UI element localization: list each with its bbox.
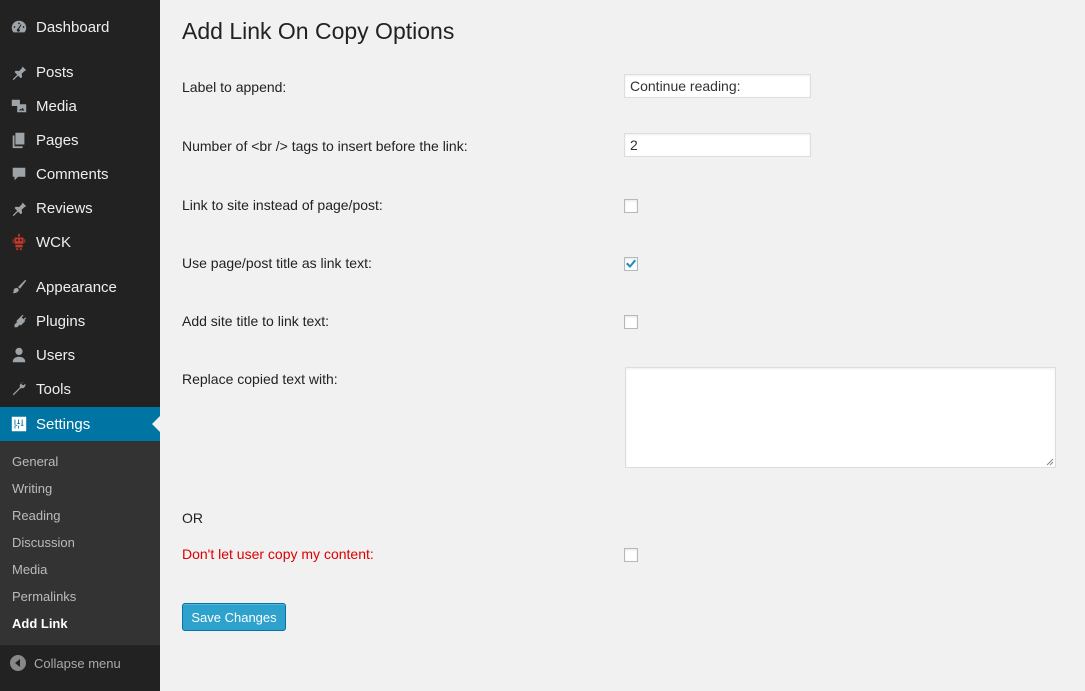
submenu-item-general[interactable]: General: [12, 454, 58, 469]
label-append-label: Label to append:: [182, 79, 287, 95]
dashboard-icon: [9, 17, 29, 37]
main-content: Add Link On Copy Options Label to append…: [160, 0, 1085, 691]
label-append-input[interactable]: [624, 74, 811, 98]
pages-icon: [9, 130, 29, 150]
submenu-item-reading[interactable]: Reading: [12, 508, 60, 523]
collapse-menu-button[interactable]: Collapse menu: [0, 648, 160, 678]
sidebar-item-label: WCK: [36, 233, 71, 251]
sidebar-item-label: Media: [36, 97, 77, 115]
sidebar-item-label: Posts: [36, 63, 74, 81]
sidebar-item-label: Reviews: [36, 199, 93, 217]
comment-icon: [9, 164, 29, 184]
sidebar-item-label: Appearance: [36, 278, 117, 296]
sidebar-item-tools[interactable]: Tools: [0, 372, 160, 406]
sidebar-item-wck[interactable]: WCK: [0, 225, 160, 259]
wrench-icon: [9, 379, 29, 399]
add-site-title-checkbox[interactable]: [624, 315, 638, 329]
collapse-arrow-icon: [10, 655, 26, 671]
sidebar-item-media[interactable]: Media: [0, 89, 160, 123]
sidebar-item-label: Comments: [36, 165, 109, 183]
sidebar-item-reviews[interactable]: Reviews: [0, 191, 160, 225]
use-title-checkbox[interactable]: [624, 257, 638, 271]
sidebar-item-appearance[interactable]: Appearance: [0, 270, 160, 304]
sidebar-item-settings[interactable]: Settings: [0, 407, 160, 441]
sidebar-item-dashboard[interactable]: Dashboard: [0, 10, 160, 44]
submenu-item-media[interactable]: Media: [12, 562, 47, 577]
submenu-item-add-link[interactable]: Add Link: [12, 616, 68, 631]
use-title-label: Use page/post title as link text:: [182, 255, 372, 271]
replace-text-textarea[interactable]: [625, 367, 1056, 468]
sidebar-item-pages[interactable]: Pages: [0, 123, 160, 157]
plug-icon: [9, 311, 29, 331]
resize-grip-icon[interactable]: [1046, 458, 1054, 466]
sidebar-item-label: Users: [36, 346, 76, 364]
or-label: OR: [182, 510, 203, 526]
page-title: Add Link On Copy Options: [182, 18, 455, 44]
no-copy-label: Don't let user copy my content:: [182, 546, 374, 562]
collapse-label: Collapse menu: [34, 655, 121, 671]
admin-sidebar: Dashboard Posts Media Pages Comments Rev…: [0, 0, 160, 691]
br-tags-input[interactable]: [624, 133, 811, 157]
brush-icon: [9, 277, 29, 297]
save-changes-button[interactable]: Save Changes: [182, 603, 286, 631]
pin-icon: [9, 198, 29, 218]
sidebar-item-plugins[interactable]: Plugins: [0, 304, 160, 338]
settings-submenu: General Writing Reading Discussion Media…: [0, 441, 160, 645]
link-site-checkbox[interactable]: [624, 199, 638, 213]
replace-text-label: Replace copied text with:: [182, 371, 338, 387]
sidebar-item-label: Dashboard: [36, 18, 110, 36]
add-site-title-label: Add site title to link text:: [182, 313, 330, 329]
active-indicator: [152, 416, 160, 432]
no-copy-checkbox[interactable]: [624, 548, 638, 562]
sidebar-item-users[interactable]: Users: [0, 338, 160, 372]
sidebar-item-label: Tools: [36, 380, 72, 398]
sidebar-item-posts[interactable]: Posts: [0, 55, 160, 89]
sidebar-item-label: Plugins: [36, 312, 86, 330]
br-tags-label: Number of <br /> tags to insert before t…: [182, 138, 468, 154]
submenu-item-discussion[interactable]: Discussion: [12, 535, 75, 550]
sidebar-item-label: Pages: [36, 131, 79, 149]
settings-icon: [9, 414, 29, 434]
pin-icon: [9, 62, 29, 82]
sidebar-item-comments[interactable]: Comments: [0, 157, 160, 191]
robot-icon: [9, 232, 29, 252]
link-site-label: Link to site instead of page/post:: [182, 197, 383, 213]
sidebar-item-label: Settings: [36, 415, 91, 433]
submenu-item-permalinks[interactable]: Permalinks: [12, 589, 76, 604]
media-icon: [9, 96, 29, 116]
checkmark-icon: [626, 259, 636, 268]
submenu-item-writing[interactable]: Writing: [12, 481, 52, 496]
user-icon: [9, 345, 29, 365]
